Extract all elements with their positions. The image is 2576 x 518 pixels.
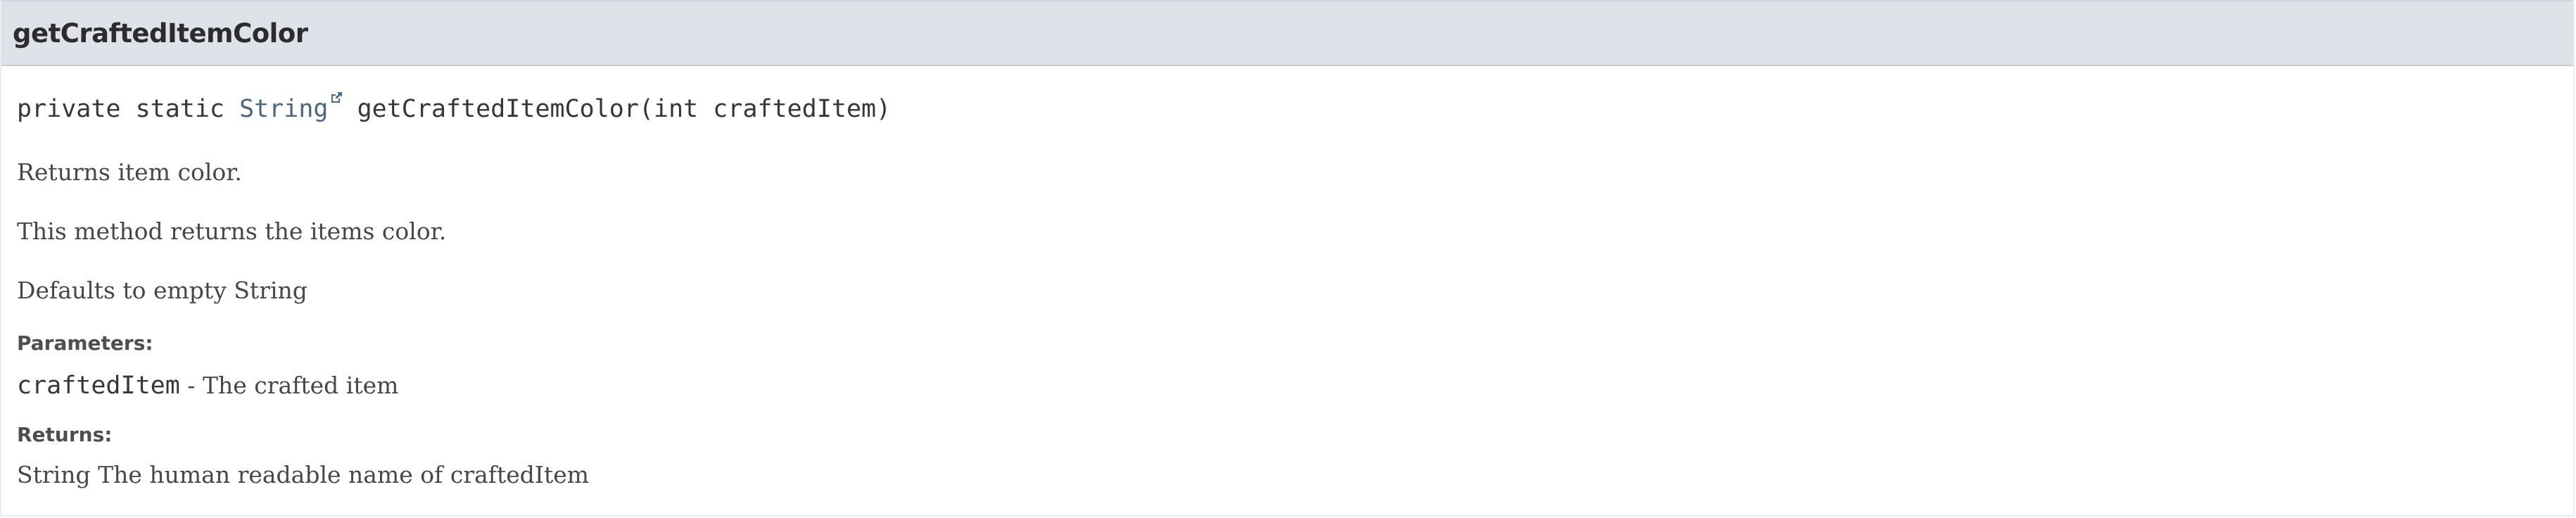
signature-modifiers: private static bbox=[17, 95, 240, 123]
parameters-label: Parameters: bbox=[17, 331, 153, 355]
parameter-separator: - bbox=[179, 372, 203, 399]
default-note-text: Defaults to empty String bbox=[17, 277, 307, 304]
method-header: getCraftedItemColor bbox=[1, 0, 2573, 66]
method-signature: private static String getCraftedItemColo… bbox=[17, 92, 892, 125]
string-type-link[interactable]: String bbox=[239, 92, 342, 123]
parameter-entry: craftedItem - The crafted item bbox=[17, 370, 398, 406]
parameter-description: The crafted item bbox=[202, 372, 399, 399]
detail-text: This method returns the items color. bbox=[17, 217, 447, 245]
method-name-heading: getCraftedItemColor bbox=[13, 18, 308, 49]
method-detail-section: getCraftedItemColor private static Strin… bbox=[0, 0, 2575, 517]
returns-text: String The human readable name of crafte… bbox=[17, 461, 590, 488]
parameter-name: craftedItem bbox=[17, 372, 180, 400]
string-type-link-label: String bbox=[239, 95, 329, 123]
returns-label: Returns: bbox=[17, 423, 113, 446]
signature-method-call: getCraftedItemColor(int craftedItem) bbox=[342, 95, 892, 123]
external-link-icon bbox=[331, 92, 342, 103]
summary-text: Returns item color. bbox=[17, 158, 242, 186]
